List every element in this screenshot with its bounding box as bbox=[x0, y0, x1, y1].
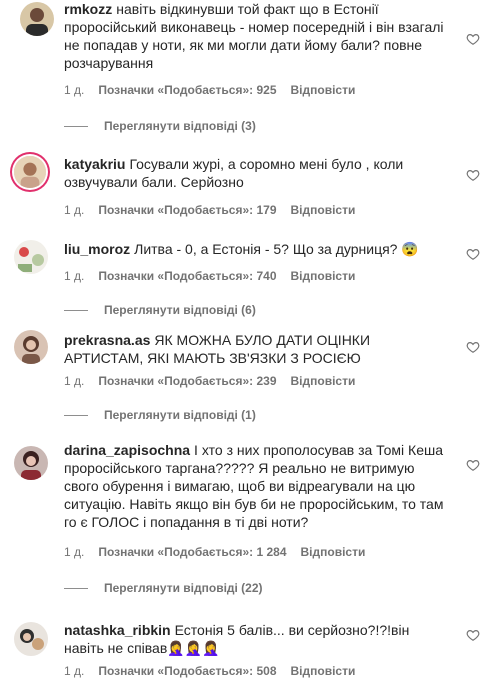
comment-likes[interactable]: Позначки «Подобається»: 1 284 bbox=[98, 545, 286, 559]
comment-username[interactable]: natashka_ribkin bbox=[64, 622, 171, 638]
divider-line bbox=[64, 588, 88, 590]
avatar[interactable] bbox=[14, 446, 48, 480]
divider-line bbox=[64, 415, 88, 417]
view-replies-button[interactable]: Переглянути відповіді (1) bbox=[64, 408, 256, 422]
heart-outline-icon[interactable] bbox=[466, 168, 480, 182]
avatar[interactable] bbox=[14, 330, 48, 364]
comment-time[interactable]: 1 д. bbox=[64, 83, 84, 97]
comment-likes[interactable]: Позначки «Подобається»: 239 bbox=[98, 374, 276, 388]
comment-likes[interactable]: Позначки «Подобається»: 925 bbox=[98, 83, 276, 97]
heart-outline-icon[interactable] bbox=[466, 458, 480, 472]
reply-button[interactable]: Відповісти bbox=[291, 83, 356, 97]
comment-likes[interactable]: Позначки «Подобається»: 179 bbox=[98, 203, 276, 217]
divider-line bbox=[64, 126, 88, 128]
reply-button[interactable]: Відповісти bbox=[291, 374, 356, 388]
avatar[interactable] bbox=[20, 2, 54, 36]
comment-time[interactable]: 1 д. bbox=[64, 269, 84, 283]
heart-outline-icon[interactable] bbox=[466, 340, 480, 354]
comment-username[interactable]: rmkozz bbox=[64, 1, 112, 17]
view-replies-button[interactable]: Переглянути відповіді (22) bbox=[64, 581, 263, 595]
comment-username[interactable]: darina_zapisochna bbox=[64, 442, 190, 458]
comment-text: Литва - 0, а Естонія - 5? Що за дурниця?… bbox=[134, 241, 419, 257]
comment-time[interactable]: 1 д. bbox=[64, 203, 84, 217]
heart-outline-icon[interactable] bbox=[466, 247, 480, 261]
heart-outline-icon[interactable] bbox=[466, 32, 480, 46]
avatar[interactable] bbox=[14, 622, 48, 656]
reply-button[interactable]: Відповісти bbox=[291, 269, 356, 283]
comment-time[interactable]: 1 д. bbox=[64, 664, 84, 678]
reply-button[interactable]: Відповісти bbox=[301, 545, 366, 559]
comment-likes[interactable]: Позначки «Подобається»: 508 bbox=[98, 664, 276, 678]
comment-username[interactable]: katyakriu bbox=[64, 156, 125, 172]
comment-time[interactable]: 1 д. bbox=[64, 545, 84, 559]
comment-likes[interactable]: Позначки «Подобається»: 740 bbox=[98, 269, 276, 283]
reply-button[interactable]: Відповісти bbox=[291, 203, 356, 217]
comment-text: навіть відкинувши той факт що в Естонії … bbox=[64, 1, 444, 71]
avatar[interactable] bbox=[14, 240, 48, 274]
view-replies-button[interactable]: Переглянути відповіді (6) bbox=[64, 303, 256, 317]
heart-outline-icon[interactable] bbox=[466, 628, 480, 642]
comment-time[interactable]: 1 д. bbox=[64, 374, 84, 388]
divider-line bbox=[64, 310, 88, 312]
comment-username[interactable]: prekrasna.as bbox=[64, 332, 150, 348]
view-replies-button[interactable]: Переглянути відповіді (3) bbox=[64, 119, 256, 133]
comment-username[interactable]: liu_moroz bbox=[64, 241, 130, 257]
reply-button[interactable]: Відповісти bbox=[291, 664, 356, 678]
avatar[interactable] bbox=[14, 156, 46, 188]
